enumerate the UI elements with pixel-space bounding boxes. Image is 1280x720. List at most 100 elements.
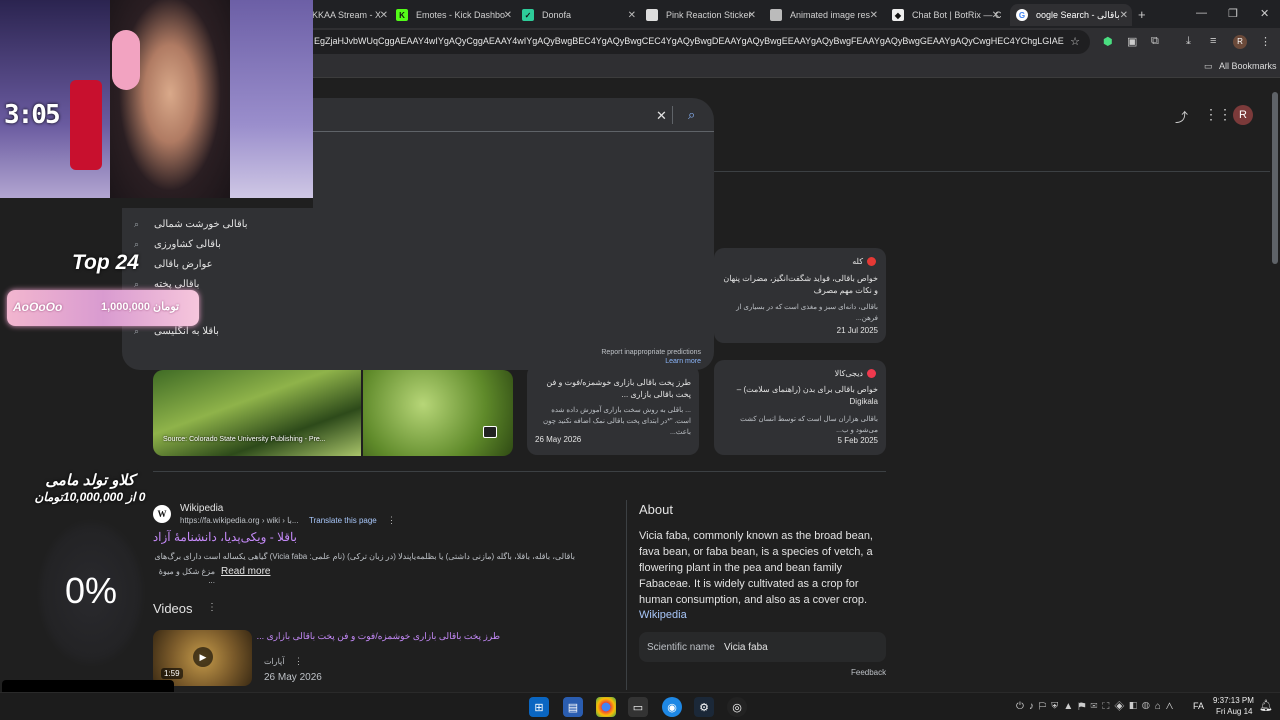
apps-grid-icon[interactable]: ⋮⋮ (1204, 106, 1232, 123)
wiki-title-link[interactable]: باقلا - ویکی‌پدیا، دانشنامهٔ آزاد (153, 530, 297, 544)
result-card[interactable]: طرز پخت باقالی بازاری خوشمزه/فوت و فن پخ… (527, 365, 699, 455)
tab-label: Donofa (542, 10, 572, 20)
close-icon[interactable]: ✕ (870, 10, 878, 21)
goal-title: کلاو تولد مامی (45, 472, 135, 489)
report-predictions-link[interactable]: Report inappropriate predictions (601, 349, 701, 356)
more-options-icon[interactable]: ⋮ (207, 602, 217, 613)
close-icon[interactable]: ✕ (380, 10, 388, 21)
tab-pink-reaction[interactable]: Pink Reaction Sticker ✕ (646, 4, 760, 26)
feedback-link[interactable]: Feedback (851, 668, 886, 677)
bean-plant-image[interactable]: Source: Colorado State University Publis… (153, 370, 361, 456)
chrome-icon[interactable] (596, 697, 616, 717)
learn-more-link[interactable]: Learn more (665, 358, 701, 365)
app-icon[interactable]: ◉ (662, 697, 682, 717)
steam-icon[interactable]: ⚙ (694, 697, 714, 717)
clock-time[interactable]: 9:37:13 PM (1213, 696, 1254, 705)
close-icon[interactable]: ✕ (1120, 10, 1128, 21)
tab-label: Emotes - Kick Dashbo (416, 10, 506, 20)
close-icon[interactable]: ✕ (504, 10, 512, 21)
profile-avatar[interactable]: R (1233, 35, 1247, 49)
account-avatar[interactable]: R (1233, 105, 1253, 125)
result-card[interactable]: کله خواص باقالی، فواید شگفت‌انگیز، مضرات… (714, 248, 886, 343)
url-text: EgZjaHJvbWUqCggAEAAY4wIYgAQyCggAEAAY4wIY… (314, 36, 1064, 46)
file-explorer-icon[interactable]: ▤ (563, 697, 583, 717)
tab-kkaa-stream[interactable]: KKAA Stream - X ✕ (300, 4, 392, 26)
goal-percent: 0% (64, 570, 118, 611)
result-card[interactable]: دیجی‌کالا خواص باقالی برای بدن (راهنمای … (714, 360, 886, 455)
notification-icon[interactable]: 🔔︎ (1259, 699, 1273, 712)
extension-lock-icon[interactable]: ▣ (1127, 35, 1137, 48)
page-icon (770, 9, 782, 21)
close-icon[interactable]: ✕ (992, 10, 1000, 21)
menu-kebab-icon[interactable]: ⋮ (1260, 35, 1271, 48)
page-scrollbar[interactable] (1272, 92, 1278, 264)
card-title: خواص باقالی، فواید شگفت‌انگیز، مضرات پنه… (723, 274, 878, 295)
maximize-icon[interactable]: ❐ (1228, 7, 1238, 20)
suggestion-item[interactable]: ⌕ باقالی خورشت شمالی (134, 219, 248, 230)
shield-icon[interactable]: ⬢ (1103, 35, 1113, 48)
kick-icon: K (396, 9, 408, 21)
clock-date[interactable]: Fri Aug 14 (1216, 707, 1252, 716)
card-title: طرز پخت باقالی بازاری خوشمزه/فوت و فن پخ… (546, 378, 691, 399)
clear-search-icon[interactable]: ✕ (656, 108, 667, 124)
new-tab-icon[interactable]: + (1138, 7, 1146, 22)
obs-icon[interactable]: ◎ (727, 697, 747, 717)
start-icon[interactable]: ⊞ (529, 697, 549, 717)
suggestion-text: باقلا به انگلیسی (154, 326, 219, 337)
wiki-snippet: باقالی، باقله، باقلا، باگله (مازنی داشتی… (153, 552, 575, 561)
search-icon: ⌕ (134, 326, 140, 336)
search-icon[interactable]: ⌕ (688, 107, 695, 123)
google-icon: G (1016, 9, 1028, 21)
tab-google-search[interactable]: Google Search - باقالی ✕ (1010, 4, 1132, 26)
webcam-edge (0, 198, 313, 208)
extensions-icon[interactable]: ⧉ (1151, 35, 1159, 48)
video-channel: آپارات (264, 657, 285, 666)
tab-label: Pink Reaction Sticker (666, 10, 752, 20)
search-icon: ⌕ (134, 219, 140, 229)
card-date: 21 Jul 2025 (836, 326, 878, 335)
suggestion-item[interactable]: ⌕ باقالی پخته (134, 279, 199, 290)
tab-label: KKAA Stream - X (312, 10, 382, 20)
system-tray-icons[interactable]: ⏻♪⚐⛨▲⚑✉⛶◈◧◍⌂⋀ (1016, 701, 1178, 712)
microphone-shape (70, 80, 102, 170)
tab-donofa[interactable]: ✓ Donofa ✕ (522, 4, 640, 26)
tab-botrix[interactable]: ◆ Chat Bot | BotRix — C ✕ (892, 4, 1004, 26)
wiki-snippet-continued: مزغ شکل و میوهٔ ... (158, 567, 215, 585)
image-icon (483, 426, 497, 438)
close-icon[interactable]: ✕ (748, 10, 756, 21)
more-options-icon[interactable]: ⋮ (387, 515, 396, 526)
all-bookmarks-link[interactable]: All Bookmarks (1219, 61, 1277, 71)
read-more-link[interactable]: Read more (221, 566, 270, 577)
share-icon[interactable]: ⤴ (1175, 107, 1188, 126)
card-snippet: باقالی هزاران سال است که توسط انسان کشت … (740, 416, 878, 434)
more-options-icon[interactable]: ⋮ (294, 656, 303, 667)
close-icon[interactable]: ✕ (628, 10, 636, 21)
terminal-icon[interactable]: ▭ (628, 697, 648, 717)
minimize-icon[interactable]: — (1196, 7, 1207, 19)
suggestion-text: باقالی کشاورزی (154, 239, 221, 250)
language-indicator[interactable]: FA (1193, 701, 1204, 711)
tab-animated-image[interactable]: Animated image res ✕ (770, 4, 882, 26)
fava-beans-image[interactable] (363, 370, 513, 456)
about-source-link[interactable]: Wikipedia (639, 609, 687, 621)
card-snippet: ... باقلی به روش سخت بازاری آموزش داده ش… (542, 407, 691, 436)
star-icon[interactable]: ☆ (1070, 35, 1080, 48)
translate-link[interactable]: Translate this page (309, 516, 377, 525)
tab-emotes[interactable]: K Emotes - Kick Dashbo ✕ (396, 4, 516, 26)
suggestion-text: عوارض باقالی (154, 259, 213, 270)
download-icon[interactable]: ⤓ (1186, 35, 1191, 48)
suggestion-item[interactable]: ⌕ باقلا به انگلیسی (134, 326, 219, 337)
media-icon[interactable]: ≡ (1210, 35, 1216, 47)
video-thumbnail[interactable]: ▶ 1:59 (153, 630, 252, 686)
suggestion-item[interactable]: ⌕ باقالی کشاورزی (134, 239, 221, 250)
suggestion-text: باقالی پخته (154, 279, 200, 290)
suggestion-item[interactable]: ⌕ عوارض باقالی (134, 259, 213, 270)
donofa-icon: ✓ (522, 9, 534, 21)
page-icon (646, 9, 658, 21)
video-title-link[interactable]: طرز پخت باقالی بازاری خوشمزه/فوت و فن پخ… (257, 631, 500, 642)
window-close-icon[interactable]: ✕ (1260, 7, 1269, 20)
wikipedia-icon: W (153, 505, 171, 523)
card-date: 26 May 2026 (535, 435, 582, 444)
card-date: 5 Feb 2025 (837, 436, 878, 445)
address-bar[interactable]: EgZjaHJvbWUqCggAEAAY4wIYgAQyCggAEAAY4wIY… (300, 30, 1090, 54)
